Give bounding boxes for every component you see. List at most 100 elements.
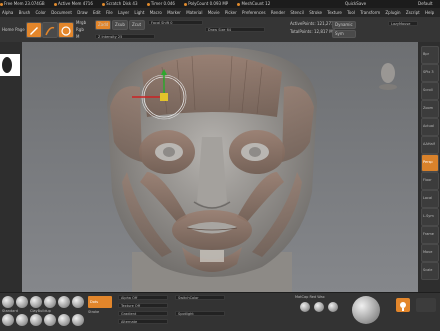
menu-item[interactable]: Movie [208,10,220,15]
menu-item[interactable]: Render [271,10,285,15]
material-ball[interactable] [328,302,338,312]
zsub-button[interactable]: Zsub [112,20,128,30]
zadd-button[interactable]: Zadd [95,20,111,30]
sym-button[interactable]: Sym [332,30,356,38]
lazy-mouse-slider[interactable]: LazyMouse [388,21,418,26]
brush-dam[interactable] [44,314,56,326]
z-intensity-slider[interactable]: Z Intensity 25 [95,34,155,39]
current-tool-thumbnail[interactable] [0,54,20,76]
top-toolbar: Home Page Mrgb Rgb M Zadd Zsub Zcut Foca… [0,17,440,43]
gradient-slider[interactable]: Gradient [118,311,168,316]
scale-view-label: Scale [423,268,433,272]
menu-item[interactable]: Draw [77,10,87,15]
menu-item[interactable]: Zplugin [385,10,400,15]
default-script[interactable]: Default [418,0,433,8]
alternate-label: Alternate [121,320,138,324]
material-ball[interactable] [300,302,310,312]
draw-size-slider[interactable]: Draw Size 64 [205,27,265,32]
brush-smooth[interactable] [44,296,56,308]
brush-hpolish[interactable] [2,314,14,326]
floor-button[interactable]: Floor [421,172,439,190]
brush-standard[interactable] [2,296,14,308]
move-view-label: Move [423,250,433,254]
brush-snakehook[interactable] [72,314,84,326]
m-button[interactable]: M [76,34,79,39]
rgb-button[interactable]: Rgb [76,27,84,32]
bottom-shelf: Standard ClayBuildup Dots Stroke Alpha O… [0,292,440,331]
dynamic-button[interactable]: Dynamic [332,21,356,29]
menu-item[interactable]: Light [134,10,144,15]
mrgb-button[interactable]: Mrgb [76,20,86,25]
light-button[interactable] [396,298,410,312]
bpr-button[interactable]: Bpr [421,46,439,64]
scroll-button[interactable]: Scroll [421,82,439,100]
home-page-label[interactable]: Home Page [2,27,25,32]
lsym-button[interactable]: L.Sym [421,208,439,226]
viewport-canvas[interactable] [22,42,418,292]
menu-item[interactable]: Zscript [406,10,420,15]
switch-color-slider[interactable]: SwitchColor [175,295,225,300]
actual-button[interactable]: Actual [421,118,439,136]
brush-pinch[interactable] [16,314,28,326]
menu-item[interactable]: Tool [347,10,355,15]
menu-item[interactable]: Transform [360,10,380,15]
material-preview-sphere[interactable] [352,296,380,324]
frame-label: Frame [423,232,434,236]
material-ball[interactable] [314,302,324,312]
menu-item[interactable]: Color [35,10,45,15]
persp-button[interactable]: Persp [421,154,439,172]
menu-item[interactable]: Picker [225,10,237,15]
zcut-button[interactable]: Zcut [129,20,145,30]
menu-item[interactable]: Edit [93,10,101,15]
brush-flatten[interactable] [58,314,70,326]
menu-item[interactable]: File [106,10,113,15]
local-button[interactable]: Local [421,190,439,208]
focal-shift-slider[interactable]: Focal Shift 0 [148,20,203,25]
rotate-mode-button[interactable] [58,22,74,38]
brush-inflate[interactable] [58,296,70,308]
move-view-button[interactable]: Move [421,244,439,262]
texture-slider[interactable]: Texture Off [118,303,168,308]
menu-item[interactable]: Stencil [290,10,304,15]
scale-view-button[interactable]: Scale [421,262,439,280]
sym-label: Sym [335,31,344,36]
menu-item[interactable]: Texture [327,10,342,15]
menu-item[interactable]: Document [51,10,72,15]
alternate-slider[interactable]: Alternate [118,319,168,324]
spotlight-slider[interactable]: Spotlight [175,311,225,316]
focal-shift-label: Focal Shift [151,21,170,25]
menu-item[interactable]: Material [186,10,202,15]
left-shelf [0,42,22,292]
quicksave-button[interactable]: QuickSave [345,0,366,8]
menu-item[interactable]: Brush [19,10,31,15]
status-item: Scratch Disk 43 [102,1,141,6]
menu-item[interactable]: Alpha [2,10,13,15]
brush-claytubes[interactable] [30,314,42,326]
menu-bar: Alpha Brush Color Document Draw Edit Fil… [0,8,440,17]
zoom-button[interactable]: Zoom [421,100,439,118]
frame-button[interactable]: Frame [421,226,439,244]
nav-head-icon [379,63,397,90]
menu-item[interactable]: Marker [167,10,181,15]
spix-button[interactable]: SPix 3 [421,64,439,82]
edit-mode-button[interactable] [26,22,42,38]
brush-move[interactable] [16,296,28,308]
alpha-slider[interactable]: Alpha Off [118,295,168,300]
status-bar: Free Mem 23.074GB Active Mem 4716 Scratc… [0,0,440,8]
brush-claybuildup[interactable] [30,296,42,308]
brush-damstandard[interactable] [72,296,84,308]
stroke-selector[interactable]: Dots [88,296,112,308]
draw-mode-button[interactable] [42,22,58,38]
menu-item[interactable]: Macro [150,10,162,15]
aahalf-button[interactable]: AAHalf [421,136,439,154]
navigation-head[interactable] [377,60,399,90]
aahalf-label: AAHalf [423,142,435,146]
menu-item[interactable]: Help [425,10,434,15]
spotlight-label: Spotlight [178,312,194,316]
menu-item[interactable]: Stroke [309,10,322,15]
color-picker[interactable] [416,298,436,312]
menu-item[interactable]: Preferences [242,10,266,15]
menu-item[interactable]: Layer [118,10,129,15]
active-points: ActivePoints: 121,271 [290,21,334,26]
draw-size-value: 64 [226,28,232,32]
